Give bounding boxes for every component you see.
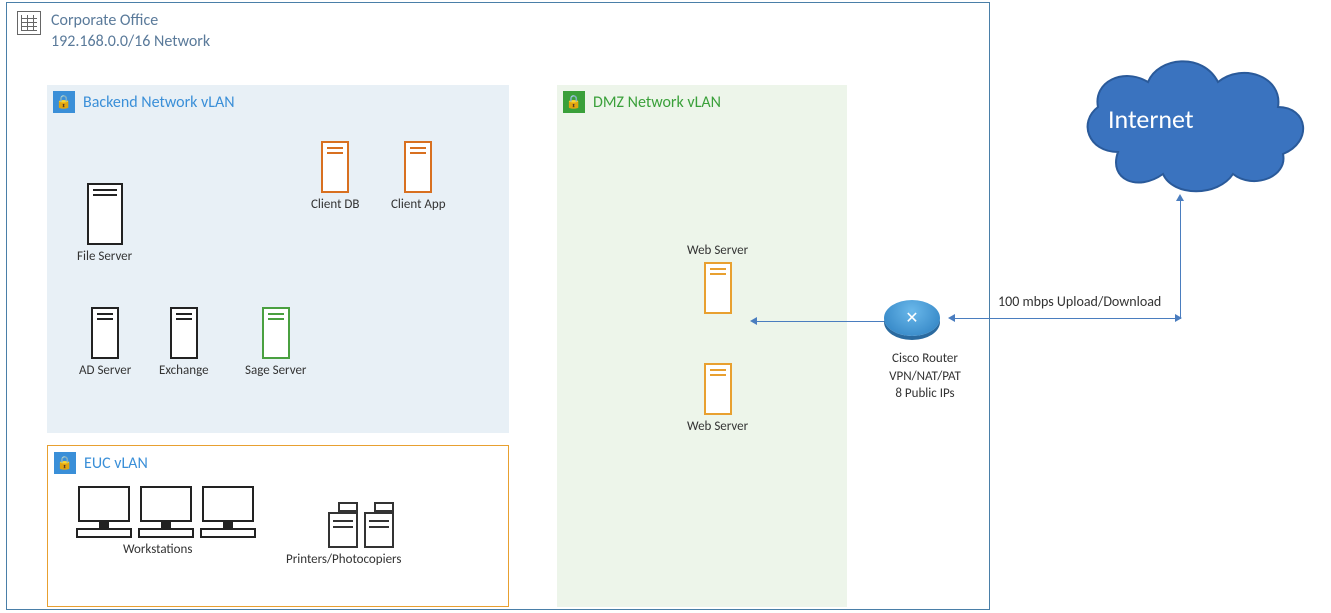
backend-header: 🔒 Backend Network vLAN [47, 85, 509, 119]
client-app-server: Client App [391, 141, 446, 212]
printer-icon [364, 502, 394, 548]
dmz-title: DMZ Network vLAN [593, 93, 721, 112]
web-server-2-label: Web Server [687, 419, 748, 434]
corporate-subnet: 192.168.0.0/16 Network [51, 32, 210, 53]
exchange-label: Exchange [159, 363, 209, 378]
web-server-1-label: Web Server [687, 243, 748, 258]
web-server-2: Web Server [687, 363, 748, 434]
printer-group [328, 502, 394, 548]
lock-icon: 🔒 [563, 91, 585, 113]
router-line3: 8 Public IPs [870, 385, 980, 403]
file-server: File Server [77, 183, 132, 264]
file-server-label: File Server [77, 249, 132, 264]
web-server-1: Web Server [687, 243, 748, 314]
arrow-dmz-router [752, 321, 887, 322]
lock-icon: 🔒 [54, 452, 76, 474]
server-icon [91, 307, 119, 359]
sage-label: Sage Server [245, 363, 306, 378]
workstation-icon [200, 486, 256, 538]
euc-title: EUC vLAN [84, 454, 148, 473]
building-icon [17, 11, 41, 35]
dmz-header: 🔒 DMZ Network vLAN [557, 85, 847, 119]
server-icon [321, 141, 349, 193]
client-app-label: Client App [391, 197, 446, 212]
dmz-vlan: 🔒 DMZ Network vLAN Web Server Web Server [557, 85, 847, 607]
internet-label: Internet [1108, 103, 1194, 135]
arrow-router-link [950, 318, 1180, 319]
server-icon [87, 183, 123, 245]
workstation-group [76, 486, 256, 538]
lock-icon: 🔒 [53, 91, 75, 113]
client-db-label: Client DB [311, 197, 359, 212]
workstations-label: Workstations [123, 542, 192, 557]
euc-vlan: 🔒 EUC vLAN Workstations Printers/Photoco… [47, 445, 509, 607]
backend-vlan: 🔒 Backend Network vLAN File Server Clien… [47, 85, 509, 433]
link-label: 100 mbps Upload/Download [998, 293, 1161, 310]
server-icon [704, 363, 732, 415]
arrow-link-internet [1180, 196, 1181, 319]
printer-icon [328, 502, 358, 548]
server-icon [404, 141, 432, 193]
backend-title: Backend Network vLAN [83, 93, 235, 112]
server-icon [170, 307, 198, 359]
client-db-server: Client DB [311, 141, 359, 212]
printers-label: Printers/Photocopiers [286, 552, 401, 567]
sage-server: Sage Server [245, 307, 306, 378]
ad-server-label: AD Server [79, 363, 131, 378]
router-name: Cisco Router [870, 350, 980, 368]
corporate-header: Corporate Office 192.168.0.0/16 Network [7, 3, 989, 61]
router-line2: VPN/NAT/PAT [870, 368, 980, 386]
ad-server: AD Server [79, 307, 131, 378]
router-icon: ✕ [884, 300, 940, 336]
exchange-server: Exchange [159, 307, 209, 378]
euc-header: 🔒 EUC vLAN [48, 446, 508, 480]
server-icon [262, 307, 290, 359]
cisco-router: ✕ [884, 300, 940, 336]
corporate-name: Corporate Office [51, 11, 210, 32]
router-label: Cisco Router VPN/NAT/PAT 8 Public IPs [870, 350, 980, 403]
server-icon [704, 262, 732, 314]
corporate-office-container: Corporate Office 192.168.0.0/16 Network … [6, 2, 990, 610]
corporate-title: Corporate Office 192.168.0.0/16 Network [51, 11, 210, 53]
workstation-icon [138, 486, 194, 538]
workstation-icon [76, 486, 132, 538]
